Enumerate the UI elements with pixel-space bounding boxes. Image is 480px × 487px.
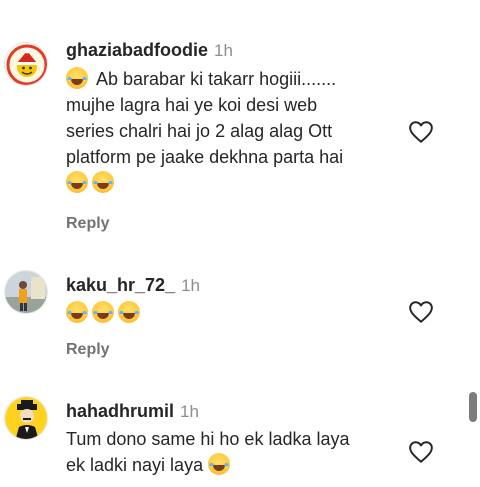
timestamp: 1h bbox=[214, 41, 233, 60]
username[interactable]: hahadhrumil 1h bbox=[66, 401, 199, 422]
laughing-emoji-icon bbox=[118, 301, 140, 323]
username[interactable]: ghaziabadfoodie 1h bbox=[66, 40, 233, 61]
scrollbar-thumb[interactable] bbox=[469, 392, 477, 422]
laughing-emoji-icon bbox=[66, 67, 88, 89]
laughing-emoji-icon bbox=[66, 301, 88, 323]
comment-text: Ab barabar ki takarr hogiii....... mujhe… bbox=[66, 66, 396, 196]
heart-icon[interactable] bbox=[408, 440, 434, 464]
avatar[interactable] bbox=[4, 270, 48, 314]
comment-text bbox=[66, 300, 396, 326]
reply-button[interactable]: Reply bbox=[66, 215, 110, 233]
timestamp: 1h bbox=[181, 276, 201, 295]
laughing-emoji-icon bbox=[208, 453, 231, 475]
laughing-emoji-icon bbox=[66, 171, 88, 193]
laughing-emoji-icon bbox=[92, 171, 114, 193]
avatar[interactable] bbox=[4, 396, 48, 440]
laughing-emoji-icon bbox=[92, 301, 114, 323]
heart-icon[interactable] bbox=[408, 300, 434, 324]
username[interactable]: kaku_hr_72_ 1h bbox=[66, 275, 200, 296]
comment-text: Tum dono same hi ho ek ladka laya ek lad… bbox=[66, 429, 350, 475]
avatar[interactable] bbox=[4, 42, 48, 86]
timestamp: 1h bbox=[180, 402, 199, 421]
heart-icon[interactable] bbox=[408, 120, 434, 144]
reply-button[interactable]: Reply bbox=[66, 341, 110, 359]
scrollbar-track[interactable] bbox=[466, 0, 480, 487]
